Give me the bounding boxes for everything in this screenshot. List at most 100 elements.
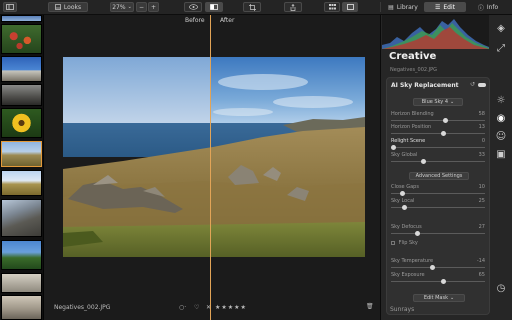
slider-handle[interactable]: [401, 205, 407, 210]
edit-mask-label: Edit Mask: [423, 295, 448, 301]
slider-track[interactable]: [391, 265, 485, 270]
single-view-button[interactable]: [342, 2, 358, 12]
single-view-icon: [346, 4, 354, 10]
thumbnail-selected[interactable]: [1, 141, 42, 167]
thumbnail[interactable]: [1, 295, 42, 320]
thumbnail[interactable]: [1, 24, 42, 54]
sun-icon[interactable]: ☼: [495, 95, 507, 107]
edit-mask-button[interactable]: Edit Mask ⌄: [413, 294, 465, 302]
section-title: Creative: [389, 51, 437, 62]
toggle-switch[interactable]: [478, 83, 486, 87]
looks-button[interactable]: Looks: [48, 2, 88, 12]
eye-icon: [188, 4, 198, 10]
palette-icon[interactable]: ◉: [495, 113, 507, 125]
color-label-icon[interactable]: ○·: [179, 304, 186, 311]
histogram-graph: [382, 19, 489, 49]
tool-title: AI Sky Replacement: [391, 82, 459, 89]
slider-value: 0: [481, 138, 485, 144]
minus-icon: −: [138, 3, 145, 11]
next-section-title[interactable]: Sunrays: [390, 306, 414, 313]
slider-value: 25: [478, 198, 485, 204]
slider-track[interactable]: [391, 191, 485, 196]
edit-panel: ◈ ⤢ ☼ ◉ ☺ ▣ ◷ Creative Negatives_002.JPG…: [380, 15, 512, 320]
slider-handle[interactable]: [400, 191, 405, 196]
library-label: Library: [396, 3, 418, 11]
slider-label: Sky Defocus: [391, 224, 422, 230]
reset-icon[interactable]: ↺: [470, 81, 475, 88]
heart-icon[interactable]: ♡: [194, 304, 199, 311]
slider-handle[interactable]: [391, 145, 396, 150]
tab-library[interactable]: ▤ Library: [383, 2, 423, 12]
tab-info[interactable]: ⓘ Info: [468, 2, 508, 12]
trash-icon[interactable]: 🗑: [366, 303, 374, 310]
library-icon: ▤: [388, 3, 394, 11]
slider-track[interactable]: [391, 145, 485, 150]
slider-value: 27: [478, 224, 485, 230]
thumbnail[interactable]: [1, 199, 42, 237]
crop-button[interactable]: [243, 2, 261, 12]
compare-button[interactable]: [205, 2, 223, 12]
slider-handle[interactable]: [443, 118, 449, 123]
grid-view-button[interactable]: [324, 2, 340, 12]
slider-label: Sky Exposure: [391, 272, 425, 278]
looks-icon: [55, 4, 61, 10]
slider-handle[interactable]: [441, 131, 447, 136]
pro-tools-icon[interactable]: ▣: [495, 149, 507, 161]
thumbnail[interactable]: [1, 15, 42, 22]
star-rating[interactable]: ★★★★★: [215, 304, 247, 311]
thumbnail[interactable]: [1, 56, 42, 82]
slider-label: Horizon Position: [391, 124, 432, 130]
slider-label: Sky Global: [391, 152, 418, 158]
chevron-down-icon: ⌄: [449, 295, 455, 301]
slider-track[interactable]: [391, 205, 485, 210]
slider-handle[interactable]: [440, 279, 446, 284]
slider-handle[interactable]: [420, 159, 426, 164]
tab-edit[interactable]: ☰ Edit: [424, 2, 466, 12]
slider-value: 10: [478, 184, 485, 190]
app-window: Looks 27% ⌄ − + ▤ Library ☰ Edit ⓘ Info …: [0, 0, 512, 320]
advanced-settings-button[interactable]: Advanced Settings: [409, 172, 469, 180]
thumbnail[interactable]: [1, 240, 42, 270]
slider-handle[interactable]: [429, 265, 435, 270]
thumbnail[interactable]: [1, 84, 42, 106]
share-button[interactable]: [284, 2, 302, 12]
image-filename: Negatives_002.JPG: [54, 304, 111, 311]
zoom-select[interactable]: 27% ⌄: [110, 2, 134, 12]
slider-label: Sky Local: [391, 198, 415, 204]
thumbnail[interactable]: [1, 108, 42, 138]
history-icon[interactable]: ◷: [495, 283, 507, 295]
layers-icon[interactable]: ◈: [495, 23, 507, 35]
looks-label: Looks: [63, 3, 82, 11]
slider-value: 33: [478, 152, 485, 158]
filmstrip[interactable]: [0, 15, 44, 320]
flip-sky-checkbox[interactable]: Flip Sky: [391, 240, 418, 246]
slider-track[interactable]: [391, 131, 485, 136]
advanced-settings-label: Advanced Settings: [415, 173, 463, 179]
after-label: After: [220, 17, 235, 24]
image-canvas[interactable]: Before After Negatives_002.JPG ○· ♡ ✕ ★★…: [44, 15, 380, 320]
preview-button[interactable]: [184, 2, 202, 12]
sidebar-toggle-button[interactable]: [3, 2, 17, 12]
slider-handle[interactable]: [415, 231, 421, 236]
checkbox-icon[interactable]: [391, 240, 395, 245]
slider-track[interactable]: [391, 279, 485, 284]
slider-track[interactable]: [391, 231, 485, 236]
slider-track[interactable]: [391, 159, 485, 164]
slider-label: Relight Scene: [391, 138, 426, 144]
plus-icon: +: [150, 3, 157, 11]
slider-track[interactable]: [391, 118, 485, 123]
crop-icon: [248, 3, 256, 11]
expand-icon[interactable]: ⤢: [495, 43, 507, 55]
thumbnail[interactable]: [1, 170, 42, 196]
zoom-in-button[interactable]: +: [148, 2, 159, 12]
zoom-value: 27%: [112, 3, 126, 11]
compare-divider[interactable]: [210, 15, 211, 320]
sky-select[interactable]: Blue Sky 4 ⌄: [413, 98, 463, 106]
portrait-icon[interactable]: ☺: [495, 131, 507, 143]
slider-label: Sky Temperature: [391, 258, 434, 264]
edit-label: Edit: [443, 3, 455, 11]
histogram: [382, 15, 489, 49]
thumbnail[interactable]: [1, 273, 42, 293]
zoom-out-button[interactable]: −: [136, 2, 147, 12]
reject-icon[interactable]: ✕: [206, 304, 211, 311]
